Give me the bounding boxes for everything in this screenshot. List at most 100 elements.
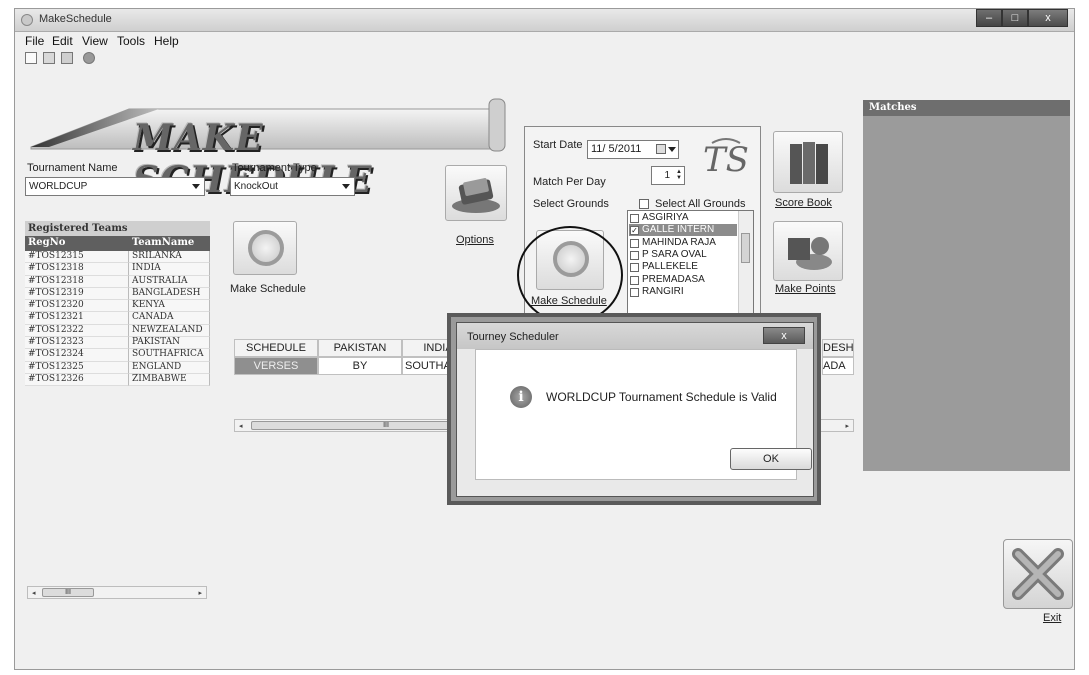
tournament-type-value: KnockOut [234,181,278,192]
make-points-link[interactable]: Make Points [775,283,836,295]
match-per-day-value: 1 [664,170,670,181]
grounds-vertical-scrollbar[interactable] [738,211,753,314]
table-row[interactable]: #TOS12318 INDIA [25,263,210,276]
start-date-value: 11/ 5/2011 [591,143,642,155]
ground-label: ASGIRIYA [642,212,689,223]
score-book-button[interactable] [773,131,843,193]
scroll-right-icon[interactable]: ▸ [845,422,849,430]
menu-edit[interactable]: Edit [52,34,73,48]
cell-regno: #TOS12321 [25,312,129,325]
ground-item[interactable]: PALLEKELE [629,261,737,273]
tournament-type-select[interactable]: KnockOut [230,177,355,196]
dialog-close-button[interactable]: x [763,327,805,344]
ground-checkbox[interactable] [630,250,639,260]
options-button[interactable] [445,165,507,221]
ts-logo: TS [703,138,749,180]
start-date-picker[interactable]: 11/ 5/2011 [587,140,679,159]
menu-tools[interactable]: Tools [117,34,145,48]
table-row[interactable]: #TOS12326 ZIMBABWE [25,373,210,387]
cell-teamname: PAKISTAN [129,337,210,350]
cell-teamname: NEWZEALAND [129,324,210,338]
menu-help[interactable]: Help [154,34,179,48]
help-icon[interactable] [83,52,95,64]
score-book-link[interactable]: Score Book [775,197,832,209]
col-regno[interactable]: RegNo [25,236,129,251]
grid-cell-by[interactable]: BY [318,357,402,375]
ground-item[interactable]: ✓ GALLE INTERN [629,224,737,237]
stepper-arrows-icon[interactable]: ▲ ▼ [676,169,682,181]
table-row[interactable]: #TOS12325 ENGLAND [25,361,210,374]
table-row[interactable]: #TOS12323 PAKISTAN [25,337,210,350]
cell-regno: #TOS12320 [25,300,129,313]
ground-item[interactable]: ASGIRIYA [629,212,737,224]
ok-button[interactable]: OK [730,448,812,470]
minimize-button[interactable]: – [976,9,1002,27]
make-schedule-label: Make Schedule [230,283,306,295]
ground-item[interactable]: RANGIRI [629,286,737,298]
new-file-icon[interactable] [25,52,37,64]
table-row[interactable]: #TOS12320 KENYA [25,300,210,313]
ground-checkbox[interactable] [630,275,639,285]
select-all-checkbox[interactable] [639,199,649,209]
chevron-down-icon [342,184,350,189]
ground-item[interactable]: PREMADASA [629,274,737,286]
close-button[interactable]: x [1028,9,1068,27]
menu-file[interactable]: File [25,34,44,48]
cell-regno: #TOS12323 [25,337,129,350]
scroll-thumb[interactable]: III [42,588,94,597]
scroll-thumb[interactable] [741,233,750,263]
window-controls: – □ x [976,9,1068,27]
make-schedule-button[interactable] [233,221,297,275]
col-teamname[interactable]: TeamName [129,236,210,251]
print-icon[interactable] [61,52,73,64]
teams-horizontal-scrollbar[interactable]: ◂ III ▸ [27,586,207,599]
start-date-label: Start Date [533,139,583,151]
message-dialog: Tourney Scheduler x i WORLDCUP Tournamen… [456,322,814,497]
ground-checkbox[interactable] [630,263,639,273]
grid-cell-verses[interactable]: VERSES [234,357,318,375]
scroll-right-icon[interactable]: ▸ [198,589,202,597]
calendar-icon[interactable] [656,144,666,154]
save-icon[interactable] [43,52,55,64]
table-row[interactable]: #TOS12321 CANADA [25,312,210,325]
scroll-left-icon[interactable]: ◂ [32,589,36,597]
ground-label: GALLE INTERN [642,224,715,236]
make-points-button[interactable] [773,221,843,281]
scroll-left-icon[interactable]: ◂ [239,422,243,430]
maximize-button[interactable]: □ [1002,9,1028,27]
match-per-day-label: Match Per Day [533,176,606,188]
tournament-name-select[interactable]: WORLDCUP [25,177,205,196]
ground-checkbox[interactable] [630,214,639,223]
cell-regno: #TOS12319 [25,287,129,301]
ground-checkbox[interactable]: ✓ [630,226,639,236]
clock-icon [248,230,284,266]
cell-teamname: BANGLADESH [129,287,210,301]
ground-item[interactable]: P SARA OVAL [629,249,737,261]
exit-link[interactable]: Exit [1043,612,1061,624]
cell-teamname: KENYA [129,300,210,313]
table-row[interactable]: #TOS12322 NEWZEALAND [25,324,210,338]
select-grounds-label: Select Grounds [533,198,609,210]
ground-checkbox[interactable] [630,238,639,248]
book-icon [452,178,500,213]
chevron-down-icon [668,147,676,152]
table-row[interactable]: #TOS12319 BANGLADESH [25,287,210,301]
highlight-circle [517,226,623,324]
cell-regno: #TOS12318 [25,275,129,288]
grounds-listbox[interactable]: ASGIRIYA ✓ GALLE INTERN MAHINDA RAJA P SARA … [627,210,754,315]
match-per-day-stepper[interactable]: 1 ▲ ▼ [651,166,685,185]
cell-teamname: SRILANKA [129,251,210,264]
table-row[interactable]: #TOS12315 SRILANKA [25,251,210,264]
cell-teamname: AUSTRALIA [129,275,210,288]
tournament-name-value: WORLDCUP [29,181,88,192]
ground-item[interactable]: MAHINDA RAJA [629,237,737,249]
ground-checkbox[interactable] [630,287,639,297]
cell-teamname: CANADA [129,312,210,325]
table-row[interactable]: #TOS12318 AUSTRALIA [25,275,210,288]
info-icon: i [510,386,532,408]
table-row[interactable]: #TOS12324 SOUTHAFRICA [25,349,210,362]
options-link[interactable]: Options [456,234,494,246]
menu-view[interactable]: View [82,34,108,48]
grid-cell-canada[interactable]: ADA [822,357,854,375]
exit-button[interactable] [1003,539,1073,609]
